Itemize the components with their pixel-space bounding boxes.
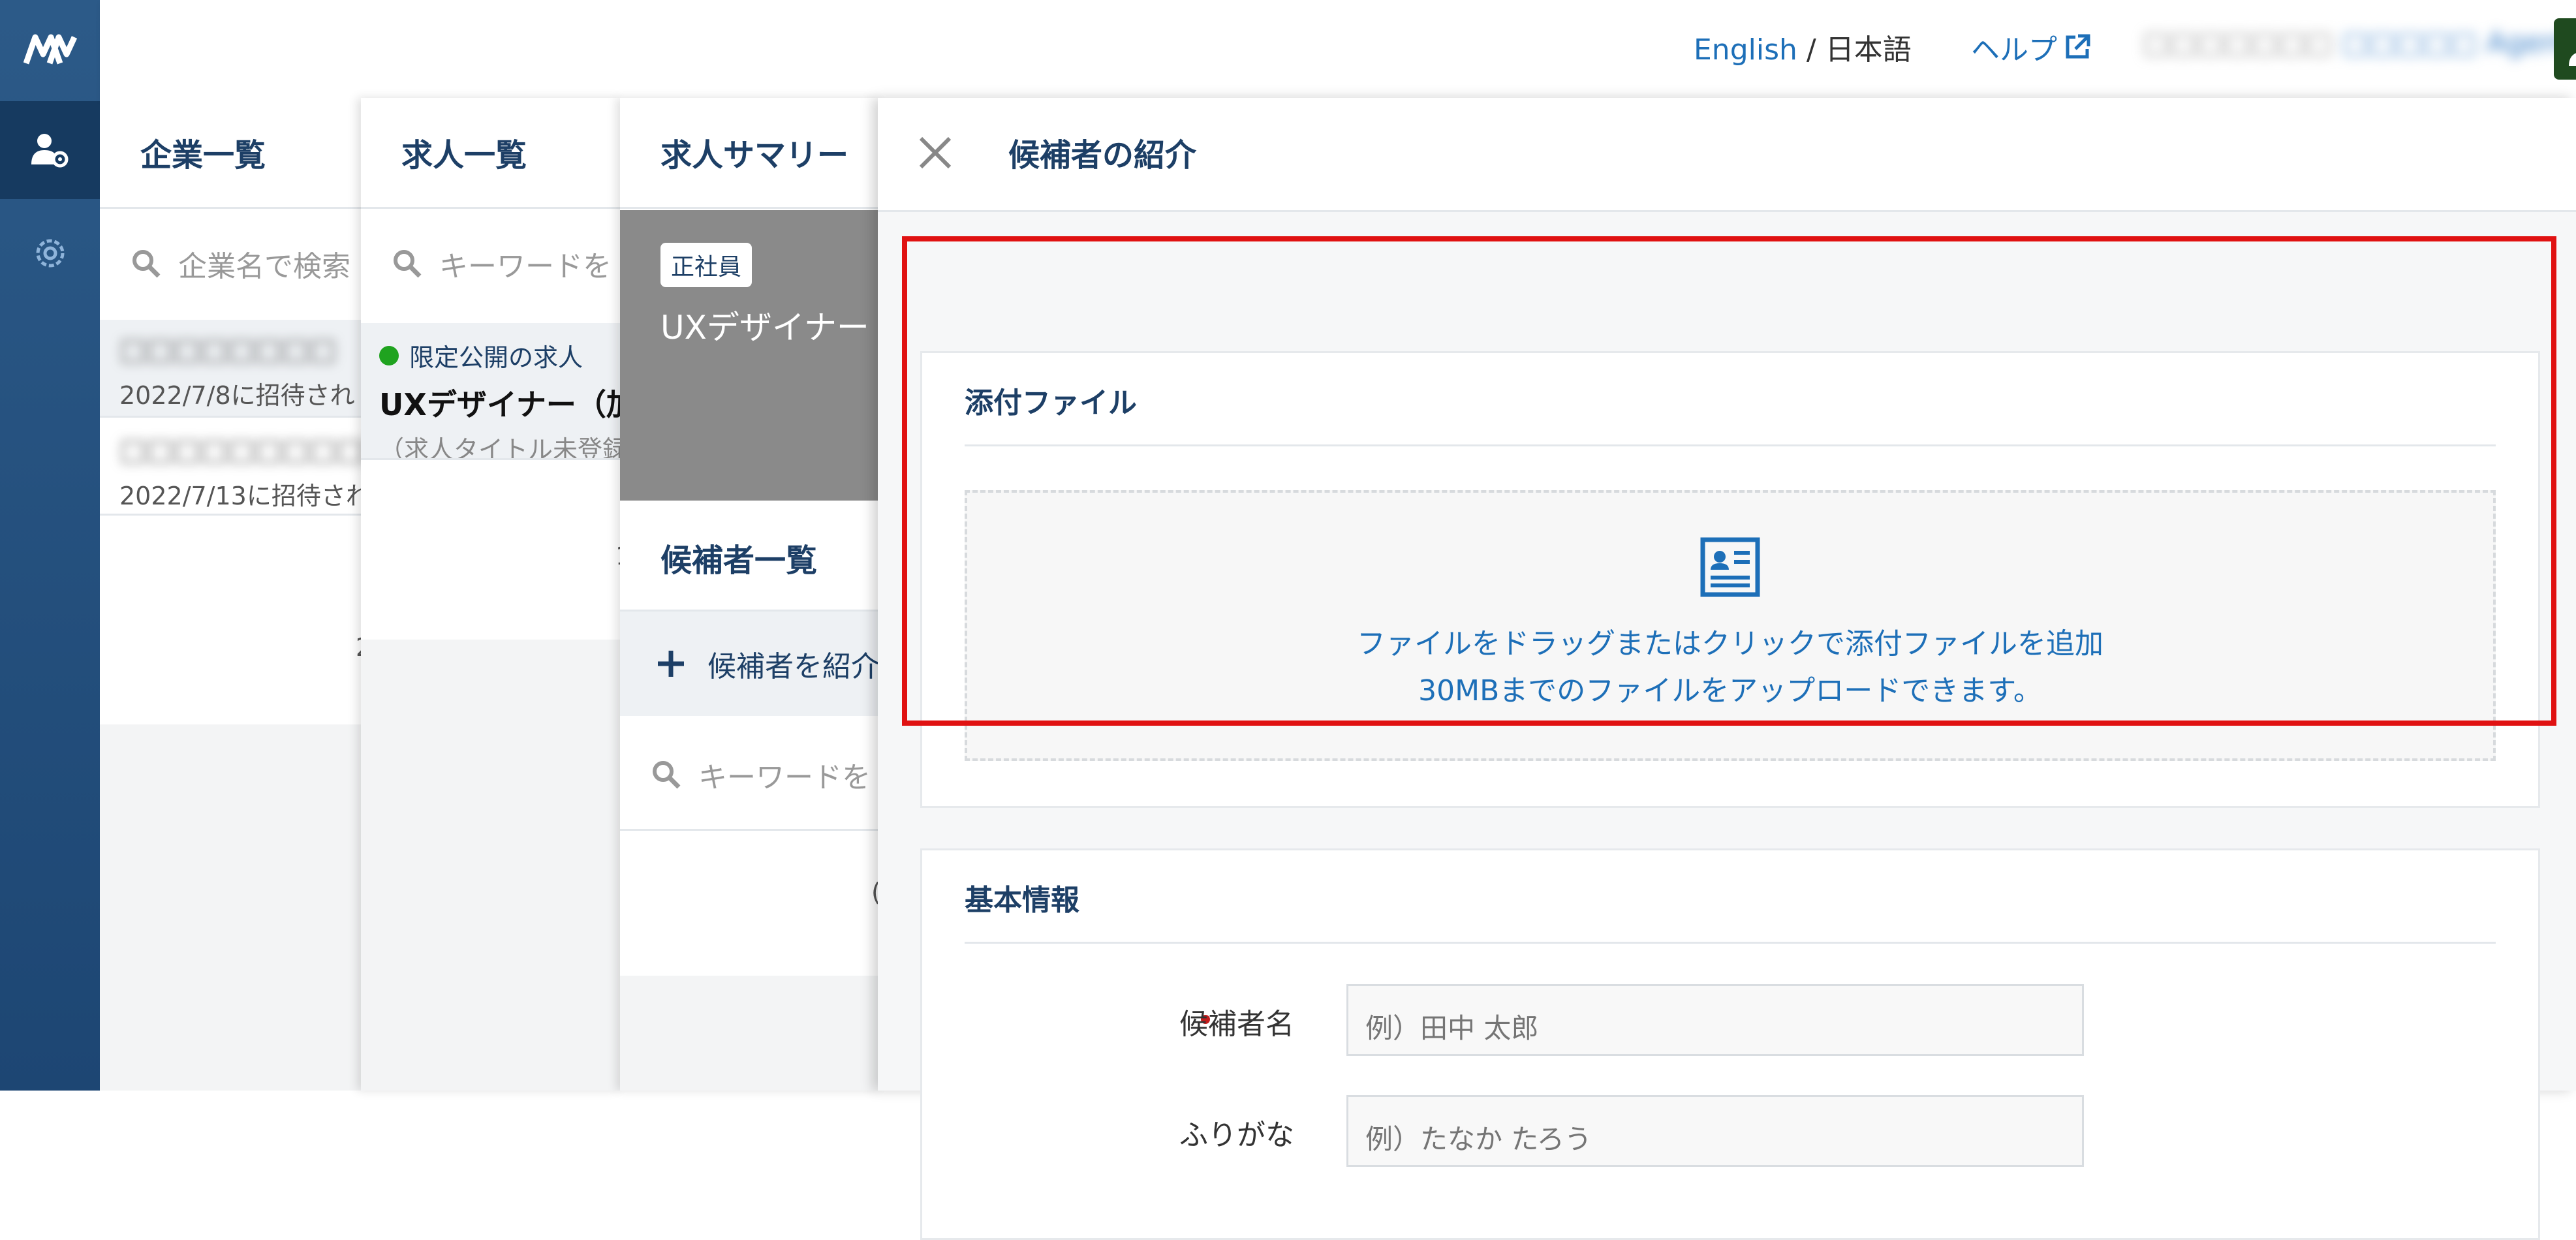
- job-search[interactable]: キーワードを: [392, 243, 612, 285]
- basic-info-title: 基本情報: [965, 884, 1079, 917]
- form-row-candidate-name: 候補者名: [922, 984, 2538, 1056]
- list-item[interactable]: □□□□□□□□ 2022/7/8に招待され: [100, 320, 361, 418]
- page-title: 候補者の紹介: [1008, 137, 1197, 174]
- company-name: □□□□□□□□□□: [119, 433, 361, 467]
- company-invited-date: 2022/7/8に招待され: [119, 381, 355, 410]
- summary-title: 求人サマリー: [620, 98, 881, 209]
- lang-english-link[interactable]: English: [1694, 33, 1797, 67]
- divider: [965, 942, 2496, 944]
- candidate-search-placeholder: キーワードを: [698, 761, 871, 794]
- top-header: English / 日本語 ヘルプ □□□□□□□ □□□□□ Agent: [100, 0, 2576, 100]
- app-logo[interactable]: [0, 0, 100, 99]
- dropzone-instruction: ファイルをドラッグまたはクリックで添付ファイルを追加: [1357, 627, 2103, 660]
- candidate-name-field[interactable]: [1346, 984, 2084, 1056]
- furigana-label: ふりがな: [1179, 1119, 1294, 1152]
- attachments-card: 添付ファイル ファイルをドラッグまたはクリックで添付ファイルを追加 30MBまで…: [920, 351, 2540, 808]
- company-invited-date: 2022/7/13に招待され: [119, 482, 361, 510]
- companies-title: 企業一覧: [100, 98, 361, 209]
- candidate-search[interactable]: キーワードを: [651, 754, 871, 796]
- job-summary-header: 正社員 UXデザイナー: [620, 210, 881, 501]
- basic-info-card: 基本情報 候補者名 ふりがな: [920, 848, 2540, 1240]
- add-candidate-label: 候補者を紹介: [707, 650, 880, 683]
- employment-type-badge: 正社員: [660, 243, 753, 287]
- jobs-panel: 求人一覧 キーワードを 限定公開の求人 UXデザイナー（加 （求人タイトル未登録…: [361, 98, 631, 1091]
- panel-background: [361, 640, 622, 1091]
- logo-icon: [23, 34, 77, 65]
- list-item[interactable]: 限定公開の求人 UXデザイナー（加 （求人タイトル未登録: [361, 323, 622, 460]
- panel-background: [100, 724, 361, 1091]
- language-switcher: English / 日本語: [1694, 26, 1912, 68]
- user-icon: [2569, 53, 2576, 66]
- search-icon: [653, 761, 681, 789]
- nav-candidates[interactable]: [0, 101, 100, 199]
- lang-japanese[interactable]: 日本語: [1825, 33, 1912, 67]
- help-label: ヘルプ: [1971, 33, 2057, 67]
- gear-icon: [36, 239, 64, 268]
- document-icon: [1700, 537, 1760, 597]
- candidates-title: 候補者一覧: [620, 501, 881, 612]
- close-icon[interactable]: [917, 134, 954, 171]
- job-search-placeholder: キーワードを: [439, 250, 612, 283]
- job-title: UXデザイナー（加: [379, 387, 622, 422]
- summary-job-title: UXデザイナー: [660, 309, 869, 347]
- file-dropzone[interactable]: ファイルをドラッグまたはクリックで添付ファイルを追加 30MBまでのファイルをア…: [965, 490, 2496, 761]
- list-item[interactable]: □□□□□□□□□□ 2022/7/13に招待され: [100, 418, 361, 516]
- search-icon: [394, 250, 422, 278]
- agent-name-text: □□□□□ Agent: [2342, 26, 2572, 59]
- job-subtitle: （求人タイトル未登録: [379, 435, 622, 460]
- companies-panel: 企業一覧 企業名で検索 □□□□□□□□ 2022/7/8に招待され □□□□□…: [100, 98, 371, 1091]
- job-summary-panel: 求人サマリー 正社員 UXデザイナー 候補者一覧 候補者を紹介 キーワードを (: [620, 98, 881, 1091]
- org-name-text: □□□□□□□: [2143, 26, 2333, 59]
- job-status: 限定公開の求人: [409, 343, 583, 372]
- company-search-placeholder: 企業名で検索: [178, 250, 350, 283]
- divider: [965, 444, 2496, 446]
- company-search[interactable]: 企業名で検索: [131, 243, 350, 285]
- candidate-name-label: 候補者名: [1179, 1008, 1294, 1041]
- panel-background: [620, 976, 881, 1091]
- form-row-furigana: ふりがな: [922, 1095, 2538, 1167]
- furigana-field[interactable]: [1346, 1095, 2084, 1167]
- lang-separator: /: [1806, 33, 1816, 67]
- plus-icon: [658, 651, 684, 677]
- external-link-icon: [2066, 34, 2090, 59]
- organization-name: □□□□□□□ □□□□□ Agent: [2143, 26, 2571, 59]
- status-dot-icon: [379, 345, 399, 365]
- search-icon: [132, 250, 161, 278]
- help-link[interactable]: ヘルプ: [1971, 26, 2091, 68]
- avatar[interactable]: [2554, 18, 2576, 80]
- jobs-title: 求人一覧: [361, 98, 622, 209]
- nav-settings[interactable]: [0, 208, 100, 299]
- company-name: □□□□□□□□: [119, 333, 337, 366]
- side-navigation: [0, 0, 100, 1091]
- candidate-intro-panel: 候補者の紹介 添付ファイル ファイルをドラッグまたはクリックで添付ファイルを追加…: [878, 98, 2576, 1240]
- add-candidate-button[interactable]: 候補者を紹介: [620, 612, 881, 716]
- attachments-title: 添付ファイル: [965, 386, 1137, 420]
- dropzone-size-limit: 30MBまでのファイルをアップロードできます。: [1418, 674, 2042, 707]
- main-header: 候補者の紹介: [878, 98, 2576, 212]
- divider: [620, 829, 881, 831]
- user-gear-icon: [31, 134, 68, 168]
- form-body: 添付ファイル ファイルをドラッグまたはクリックで添付ファイルを追加 30MBまで…: [878, 212, 2576, 1240]
